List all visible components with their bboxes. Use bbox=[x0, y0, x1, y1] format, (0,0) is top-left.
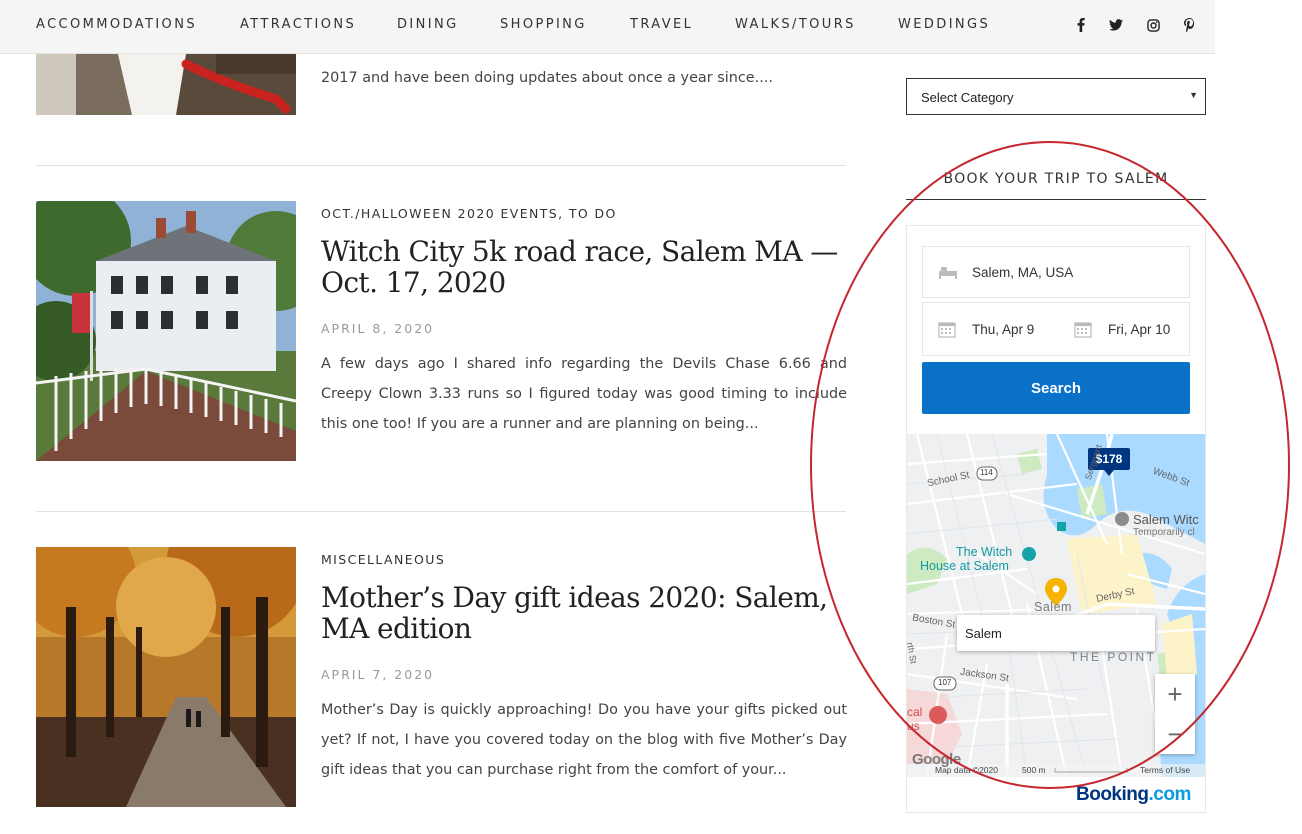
category-link-halloween[interactable]: Oct./Halloween 2020 Events bbox=[321, 206, 558, 221]
post-date: April 7, 2020 bbox=[321, 667, 435, 682]
post-divider bbox=[36, 511, 846, 512]
nav-item-travel[interactable]: Travel bbox=[630, 17, 693, 32]
nav-item-shopping[interactable]: Shopping bbox=[500, 17, 587, 32]
twitter-icon[interactable] bbox=[1106, 15, 1126, 35]
category-link-to-do[interactable]: To Do bbox=[569, 206, 617, 221]
dropdown-arrow-icon: ▼ bbox=[1189, 90, 1198, 100]
facebook-icon[interactable] bbox=[1071, 15, 1091, 35]
post-category: Oct./Halloween 2020 Events, To Do bbox=[321, 206, 617, 221]
post-thumbnail-previous[interactable] bbox=[36, 54, 296, 115]
category-select[interactable]: Select Category ▼ bbox=[906, 78, 1206, 115]
category-separator: , bbox=[558, 206, 564, 221]
post-excerpt-previous: 2017 and have been doing updates about o… bbox=[321, 70, 773, 86]
nav-item-attractions[interactable]: Attractions bbox=[240, 17, 356, 32]
top-navigation: Accommodations Attractions Dining Shoppi… bbox=[0, 0, 1215, 54]
post-thumbnail-witch-city-5k[interactable] bbox=[36, 201, 296, 461]
post-title[interactable]: Witch City 5k road race, Salem MA — Oct.… bbox=[321, 236, 846, 298]
annotation-ellipse bbox=[810, 141, 1290, 789]
instagram-icon[interactable] bbox=[1143, 15, 1163, 35]
nav-item-dining[interactable]: Dining bbox=[397, 17, 459, 32]
post-date: April 8, 2020 bbox=[321, 321, 435, 336]
nav-item-walks-tours[interactable]: Walks/Tours bbox=[735, 17, 856, 32]
post-excerpt: A few days ago I shared info regarding t… bbox=[321, 356, 847, 432]
category-select-value: Select Category bbox=[921, 90, 1014, 105]
post-category: Miscellaneous bbox=[321, 552, 445, 567]
pinterest-icon[interactable] bbox=[1179, 15, 1199, 35]
nav-item-weddings[interactable]: Weddings bbox=[898, 17, 990, 32]
post-excerpt: Mother’s Day is quickly approaching! Do … bbox=[321, 702, 847, 778]
nav-item-accommodations[interactable]: Accommodations bbox=[36, 17, 197, 32]
post-divider bbox=[36, 165, 846, 166]
category-link-miscellaneous[interactable]: Miscellaneous bbox=[321, 552, 445, 567]
post-title[interactable]: Mother’s Day gift ideas 2020: Salem, MA … bbox=[321, 582, 846, 644]
post-thumbnail-mothers-day[interactable] bbox=[36, 547, 296, 807]
